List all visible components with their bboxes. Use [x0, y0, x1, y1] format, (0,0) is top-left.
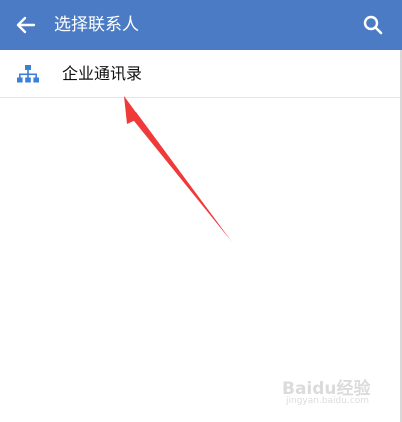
- app-bar: 选择联系人: [0, 0, 402, 50]
- annotation-arrow-shaft: [130, 112, 232, 242]
- org-chart-icon: [17, 65, 39, 83]
- annotation-arrow-head: [124, 96, 140, 124]
- page-title: 选择联系人: [54, 15, 139, 35]
- search-button[interactable]: [358, 10, 388, 40]
- watermark-subtext: jingyan.baidu.com: [286, 396, 370, 406]
- list-item-enterprise-directory[interactable]: 企业通讯录: [0, 50, 402, 98]
- contact-picker-screen: 选择联系人 企业通讯录 Baidu经验 jingyan.baidu.com: [0, 0, 402, 422]
- search-icon: [363, 15, 383, 35]
- back-button[interactable]: [10, 9, 42, 41]
- baidu-watermark: Baidu经验 jingyan.baidu.com: [282, 374, 382, 414]
- arrow-left-icon: [16, 16, 36, 34]
- list-item-label: 企业通讯录: [62, 64, 143, 83]
